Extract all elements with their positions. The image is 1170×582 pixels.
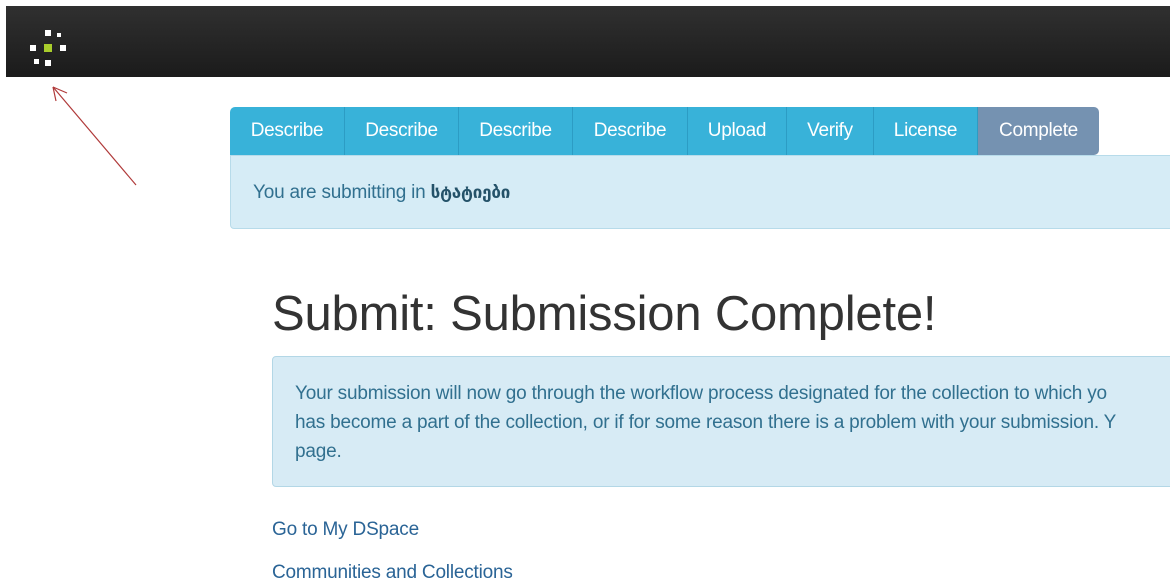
step-complete[interactable]: Complete xyxy=(978,107,1099,155)
submission-collection-bar: You are submitting in სტატიები xyxy=(230,155,1170,229)
step-describe-4[interactable]: Describe xyxy=(573,107,688,155)
submission-prefix: You are submitting in xyxy=(253,182,431,203)
collection-name: სტატიები xyxy=(430,183,511,203)
step-verify[interactable]: Verify xyxy=(787,107,874,155)
completion-alert: Your submission will now go through the … xyxy=(272,356,1170,487)
completion-message-line-2: has become a part of the collection, or … xyxy=(295,412,1117,433)
submission-progress-steps: Describe Describe Describe Describe Uplo… xyxy=(230,107,1099,155)
red-annotation-arrow-icon xyxy=(52,86,137,186)
navbar xyxy=(6,6,1170,77)
submission-collection-text: You are submitting in სტატიები xyxy=(253,182,510,204)
page: Describe Describe Describe Describe Uplo… xyxy=(0,0,1170,582)
dspace-logo-icon[interactable] xyxy=(30,30,66,66)
step-describe-1[interactable]: Describe xyxy=(230,107,345,155)
communities-and-collections-link[interactable]: Communities and Collections xyxy=(272,562,513,582)
step-describe-3[interactable]: Describe xyxy=(459,107,573,155)
page-title: Submit: Submission Complete! xyxy=(272,287,937,341)
go-to-my-dspace-link[interactable]: Go to My DSpace xyxy=(272,519,419,541)
step-upload[interactable]: Upload xyxy=(688,107,787,155)
step-license[interactable]: License xyxy=(874,107,978,155)
completion-message: Your submission will now go through the … xyxy=(295,379,1170,466)
completion-message-line-1: Your submission will now go through the … xyxy=(295,383,1107,404)
completion-message-line-3: page. xyxy=(295,441,342,462)
step-describe-2[interactable]: Describe xyxy=(345,107,459,155)
